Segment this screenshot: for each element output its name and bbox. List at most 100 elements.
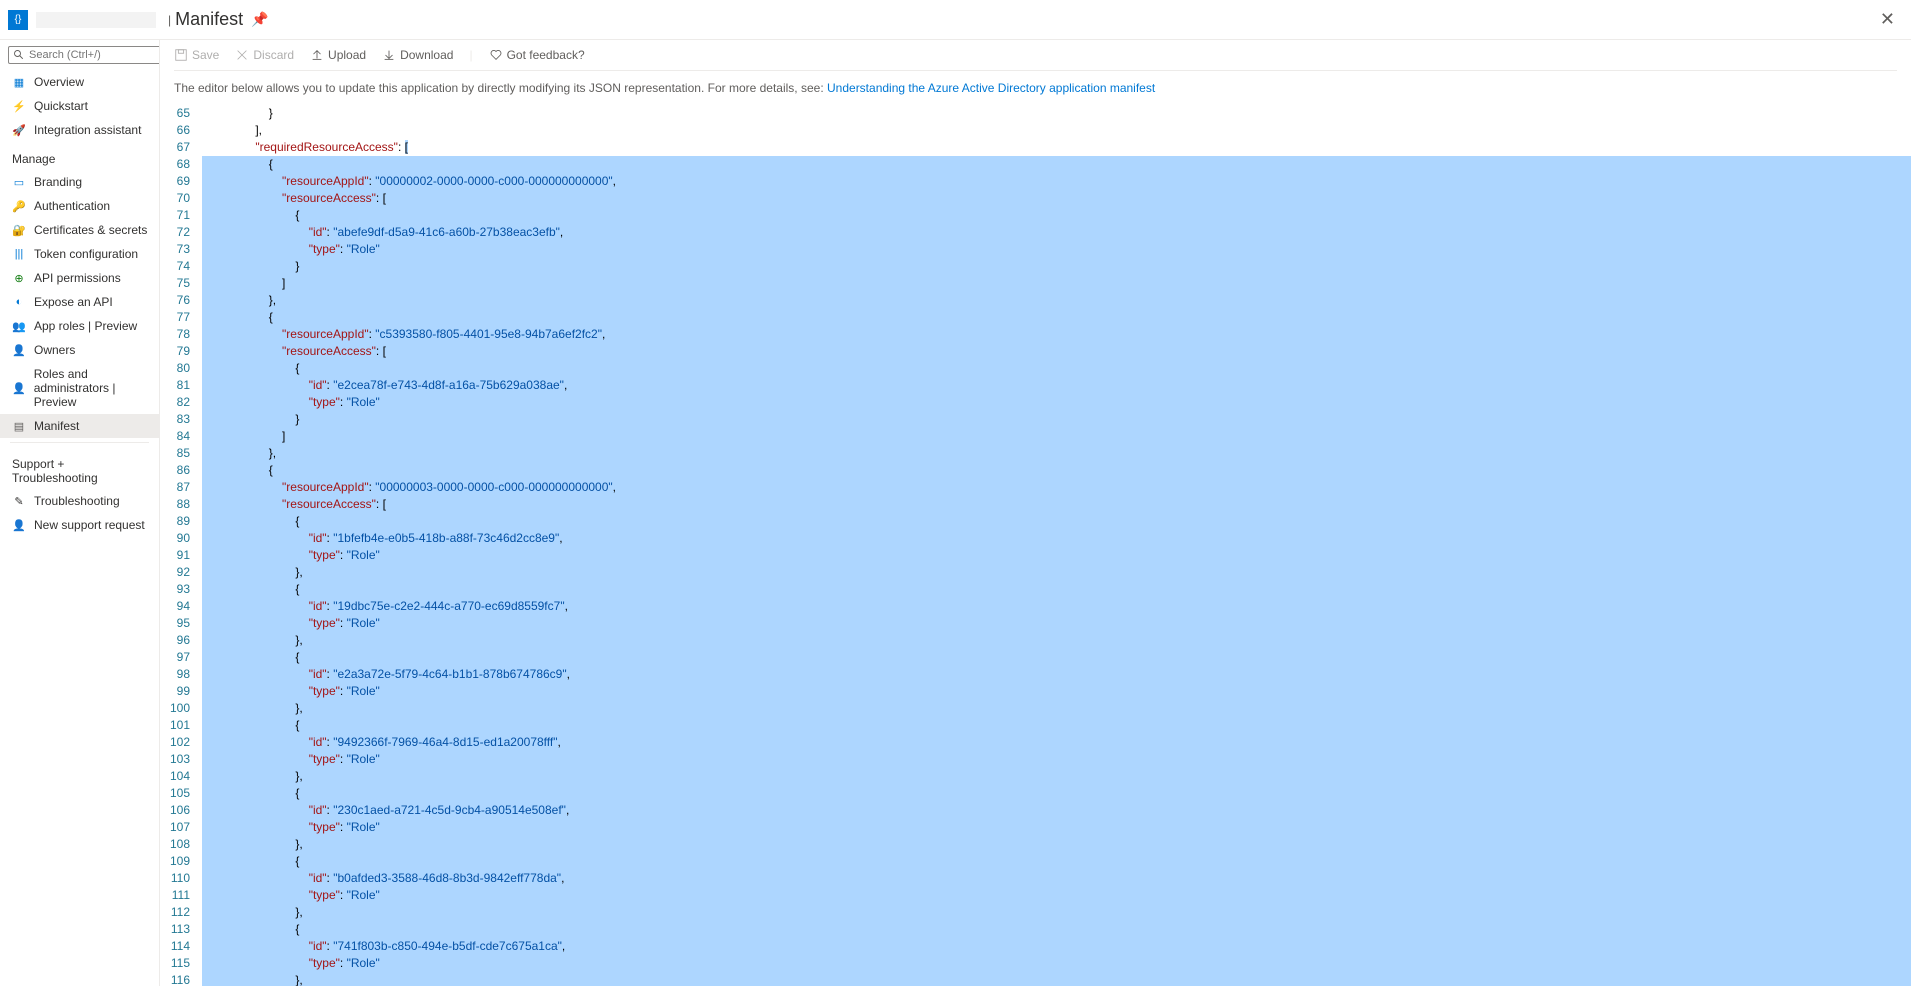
line-number: 87 bbox=[160, 479, 202, 496]
sidebar-item-owners[interactable]: 👤Owners bbox=[0, 338, 159, 362]
json-editor[interactable]: 65 }66 ],67 "requiredResourceAccess": [6… bbox=[160, 105, 1911, 986]
code-line[interactable]: 105 { bbox=[160, 785, 1911, 802]
search-text[interactable] bbox=[29, 49, 160, 61]
code-line[interactable]: 71 { bbox=[160, 207, 1911, 224]
code-line[interactable]: 83 } bbox=[160, 411, 1911, 428]
code-line[interactable]: 93 { bbox=[160, 581, 1911, 598]
code-line[interactable]: 91 "type": "Role" bbox=[160, 547, 1911, 564]
code-line[interactable]: 88 "resourceAccess": [ bbox=[160, 496, 1911, 513]
sidebar-item-request[interactable]: 👤New support request bbox=[0, 513, 159, 537]
sidebar-item-label: App roles | Preview bbox=[34, 319, 137, 333]
section-support-header: Support + Troubleshooting bbox=[0, 447, 159, 489]
code-line[interactable]: 77 { bbox=[160, 309, 1911, 326]
info-link[interactable]: Understanding the Azure Active Directory… bbox=[827, 81, 1155, 95]
code-line[interactable]: 99 "type": "Role" bbox=[160, 683, 1911, 700]
sidebar-item-token[interactable]: |||Token configuration bbox=[0, 242, 159, 266]
code-line[interactable]: 76 }, bbox=[160, 292, 1911, 309]
code-line[interactable]: 75 ] bbox=[160, 275, 1911, 292]
code-line[interactable]: 115 "type": "Role" bbox=[160, 955, 1911, 972]
sidebar-item-label: Troubleshooting bbox=[34, 494, 120, 508]
code-line[interactable]: 103 "type": "Role" bbox=[160, 751, 1911, 768]
line-number: 98 bbox=[160, 666, 202, 683]
code-line[interactable]: 78 "resourceAppId": "c5393580-f805-4401-… bbox=[160, 326, 1911, 343]
sidebar-item-auth[interactable]: 🔑Authentication bbox=[0, 194, 159, 218]
code-line[interactable]: 68 { bbox=[160, 156, 1911, 173]
code-line[interactable]: 82 "type": "Role" bbox=[160, 394, 1911, 411]
code-line[interactable]: 113 { bbox=[160, 921, 1911, 938]
upload-button[interactable]: Upload bbox=[310, 48, 366, 62]
code-line[interactable]: 106 "id": "230c1aed-a721-4c5d-9cb4-a9051… bbox=[160, 802, 1911, 819]
save-button[interactable]: Save bbox=[174, 48, 219, 62]
code-line[interactable]: 79 "resourceAccess": [ bbox=[160, 343, 1911, 360]
code-line[interactable]: 114 "id": "741f803b-c850-494e-b5df-cde7c… bbox=[160, 938, 1911, 955]
code-line[interactable]: 84 ] bbox=[160, 428, 1911, 445]
feedback-button[interactable]: Got feedback? bbox=[489, 48, 585, 62]
upload-icon bbox=[310, 48, 324, 62]
code-line[interactable]: 80 { bbox=[160, 360, 1911, 377]
code-line[interactable]: 116 }, bbox=[160, 972, 1911, 986]
pin-icon[interactable]: 📌 bbox=[251, 11, 268, 28]
code-line[interactable]: 95 "type": "Role" bbox=[160, 615, 1911, 632]
download-button[interactable]: Download bbox=[382, 48, 453, 62]
line-number: 101 bbox=[160, 717, 202, 734]
code-line[interactable]: 73 "type": "Role" bbox=[160, 241, 1911, 258]
app-name-redacted bbox=[36, 12, 156, 28]
code-line[interactable]: 74 } bbox=[160, 258, 1911, 275]
code-line[interactable]: 96 }, bbox=[160, 632, 1911, 649]
sidebar-item-expose[interactable]: ◐Expose an API bbox=[0, 290, 159, 314]
discard-icon bbox=[235, 48, 249, 62]
line-number: 65 bbox=[160, 105, 202, 122]
code-line[interactable]: 69 "resourceAppId": "00000002-0000-0000-… bbox=[160, 173, 1911, 190]
sidebar-item-label: Integration assistant bbox=[34, 123, 141, 137]
code-line[interactable]: 67 "requiredResourceAccess": [ bbox=[160, 139, 1911, 156]
line-number: 94 bbox=[160, 598, 202, 615]
discard-button[interactable]: Discard bbox=[235, 48, 294, 62]
code-line[interactable]: 104 }, bbox=[160, 768, 1911, 785]
code-line[interactable]: 89 { bbox=[160, 513, 1911, 530]
code-line[interactable]: 110 "id": "b0afded3-3588-46d8-8b3d-9842e… bbox=[160, 870, 1911, 887]
branding-icon: ▭ bbox=[12, 175, 26, 189]
line-number: 114 bbox=[160, 938, 202, 955]
sidebar-item-certs[interactable]: 🔐Certificates & secrets bbox=[0, 218, 159, 242]
code-line[interactable]: 111 "type": "Role" bbox=[160, 887, 1911, 904]
sidebar-item-overview[interactable]: ▦Overview bbox=[0, 70, 159, 94]
close-icon[interactable]: ✕ bbox=[1872, 9, 1903, 30]
code-line[interactable]: 112 }, bbox=[160, 904, 1911, 921]
sidebar-item-roles[interactable]: 👥App roles | Preview bbox=[0, 314, 159, 338]
code-line[interactable]: 109 { bbox=[160, 853, 1911, 870]
sidebar: « ▦Overview⚡Quickstart🚀Integration assis… bbox=[0, 40, 160, 986]
sidebar-item-branding[interactable]: ▭Branding bbox=[0, 170, 159, 194]
sidebar-item-roles-admin[interactable]: 👤Roles and administrators | Preview bbox=[0, 362, 159, 414]
sidebar-item-manifest[interactable]: ▤Manifest bbox=[0, 414, 159, 438]
code-line[interactable]: 72 "id": "abefe9df-d5a9-41c6-a60b-27b38e… bbox=[160, 224, 1911, 241]
line-number: 107 bbox=[160, 819, 202, 836]
line-number: 76 bbox=[160, 292, 202, 309]
sidebar-item-integration[interactable]: 🚀Integration assistant bbox=[0, 118, 159, 142]
search-input[interactable] bbox=[8, 46, 160, 64]
code-line[interactable]: 86 { bbox=[160, 462, 1911, 479]
roles-admin-icon: 👤 bbox=[12, 381, 26, 395]
code-line[interactable]: 100 }, bbox=[160, 700, 1911, 717]
code-line[interactable]: 66 ], bbox=[160, 122, 1911, 139]
line-number: 81 bbox=[160, 377, 202, 394]
code-line[interactable]: 101 { bbox=[160, 717, 1911, 734]
code-line[interactable]: 107 "type": "Role" bbox=[160, 819, 1911, 836]
code-line[interactable]: 92 }, bbox=[160, 564, 1911, 581]
code-line[interactable]: 85 }, bbox=[160, 445, 1911, 462]
line-number: 77 bbox=[160, 309, 202, 326]
code-line[interactable]: 81 "id": "e2cea78f-e743-4d8f-a16a-75b629… bbox=[160, 377, 1911, 394]
line-number: 86 bbox=[160, 462, 202, 479]
sidebar-item-trouble[interactable]: ✎Troubleshooting bbox=[0, 489, 159, 513]
code-line[interactable]: 97 { bbox=[160, 649, 1911, 666]
code-line[interactable]: 65 } bbox=[160, 105, 1911, 122]
code-line[interactable]: 108 }, bbox=[160, 836, 1911, 853]
sidebar-item-api[interactable]: ⊕API permissions bbox=[0, 266, 159, 290]
token-icon: ||| bbox=[12, 247, 26, 261]
code-line[interactable]: 98 "id": "e2a3a72e-5f79-4c64-b1b1-878b67… bbox=[160, 666, 1911, 683]
code-line[interactable]: 102 "id": "9492366f-7969-46a4-8d15-ed1a2… bbox=[160, 734, 1911, 751]
code-line[interactable]: 70 "resourceAccess": [ bbox=[160, 190, 1911, 207]
code-line[interactable]: 90 "id": "1bfefb4e-e0b5-418b-a88f-73c46d… bbox=[160, 530, 1911, 547]
code-line[interactable]: 87 "resourceAppId": "00000003-0000-0000-… bbox=[160, 479, 1911, 496]
sidebar-item-quickstart[interactable]: ⚡Quickstart bbox=[0, 94, 159, 118]
code-line[interactable]: 94 "id": "19dbc75e-c2e2-444c-a770-ec69d8… bbox=[160, 598, 1911, 615]
